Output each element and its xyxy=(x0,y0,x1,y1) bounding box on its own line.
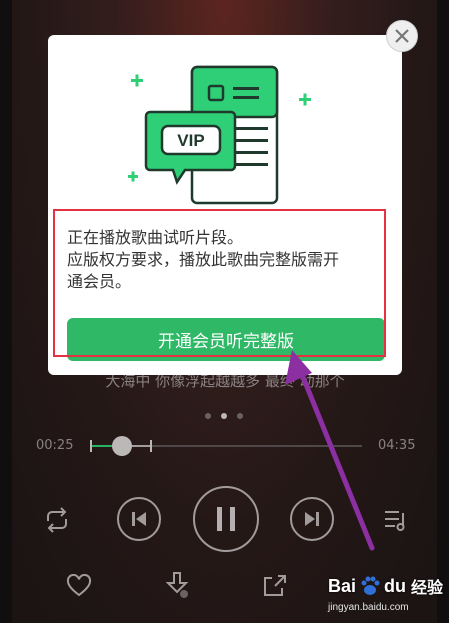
watermark-url: jingyan.baidu.com xyxy=(328,602,409,613)
plus-icon xyxy=(299,93,311,106)
plus-icon xyxy=(128,171,138,182)
paw-icon xyxy=(361,576,380,595)
baidu-watermark: Bai du 经验 jingyan.baidu.com xyxy=(322,568,444,620)
highlight-box xyxy=(53,209,386,357)
baidu-logo: Bai du 经验 xyxy=(328,575,444,598)
plus-icon xyxy=(131,74,143,87)
vip-document-illustration: VIP xyxy=(128,65,311,205)
vip-badge-text: VIP xyxy=(177,131,204,150)
close-button[interactable] xyxy=(386,20,418,52)
close-icon xyxy=(395,29,409,43)
